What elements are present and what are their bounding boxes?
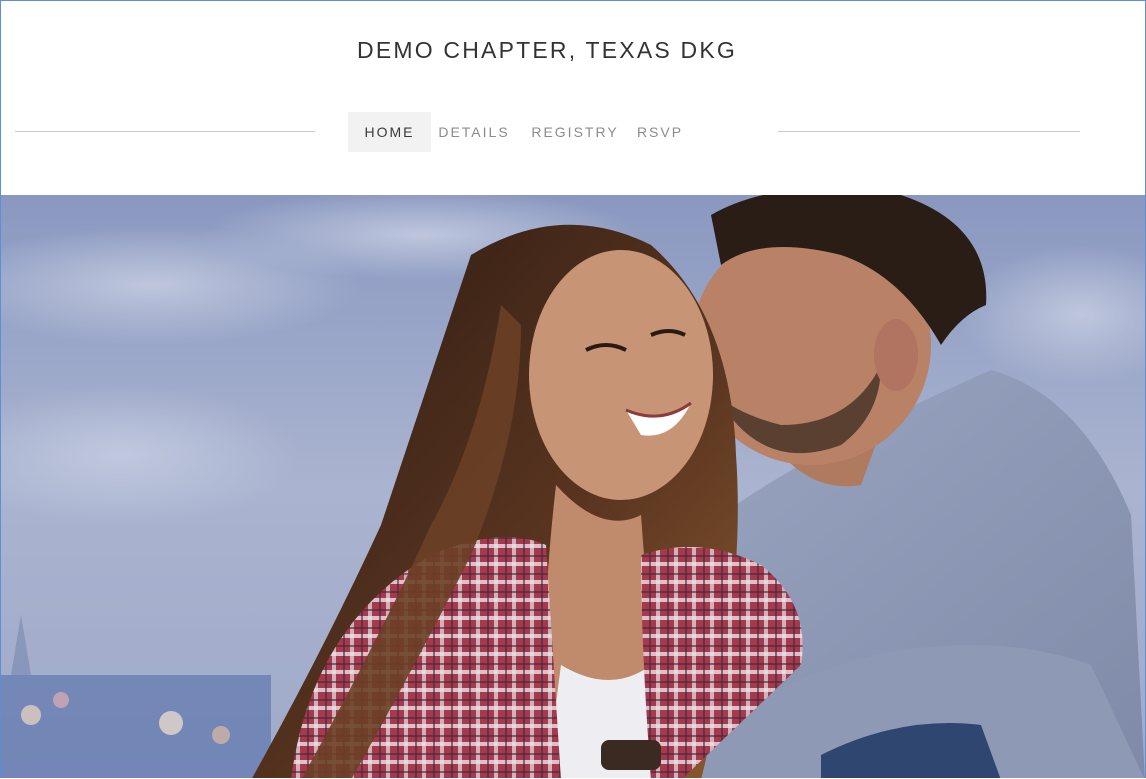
header-divider-right bbox=[778, 131, 1080, 132]
main-nav: HOME DETAILS REGISTRY RSVP bbox=[348, 112, 688, 152]
site-title[interactable]: DEMO CHAPTER, TEXAS DKG bbox=[1, 37, 1093, 64]
nav-item-registry[interactable]: REGISTRY bbox=[522, 112, 628, 152]
couple-photo bbox=[1, 195, 1145, 778]
nav-item-details[interactable]: DETAILS bbox=[435, 112, 512, 152]
nav-item-rsvp[interactable]: RSVP bbox=[632, 112, 688, 152]
header-divider-left bbox=[15, 131, 315, 132]
hero-image bbox=[1, 195, 1145, 778]
browser-frame: DEMO CHAPTER, TEXAS DKG HOME DETAILS REG… bbox=[0, 0, 1146, 778]
nav-item-home[interactable]: HOME bbox=[348, 112, 431, 152]
site-header: DEMO CHAPTER, TEXAS DKG HOME DETAILS REG… bbox=[1, 1, 1145, 195]
